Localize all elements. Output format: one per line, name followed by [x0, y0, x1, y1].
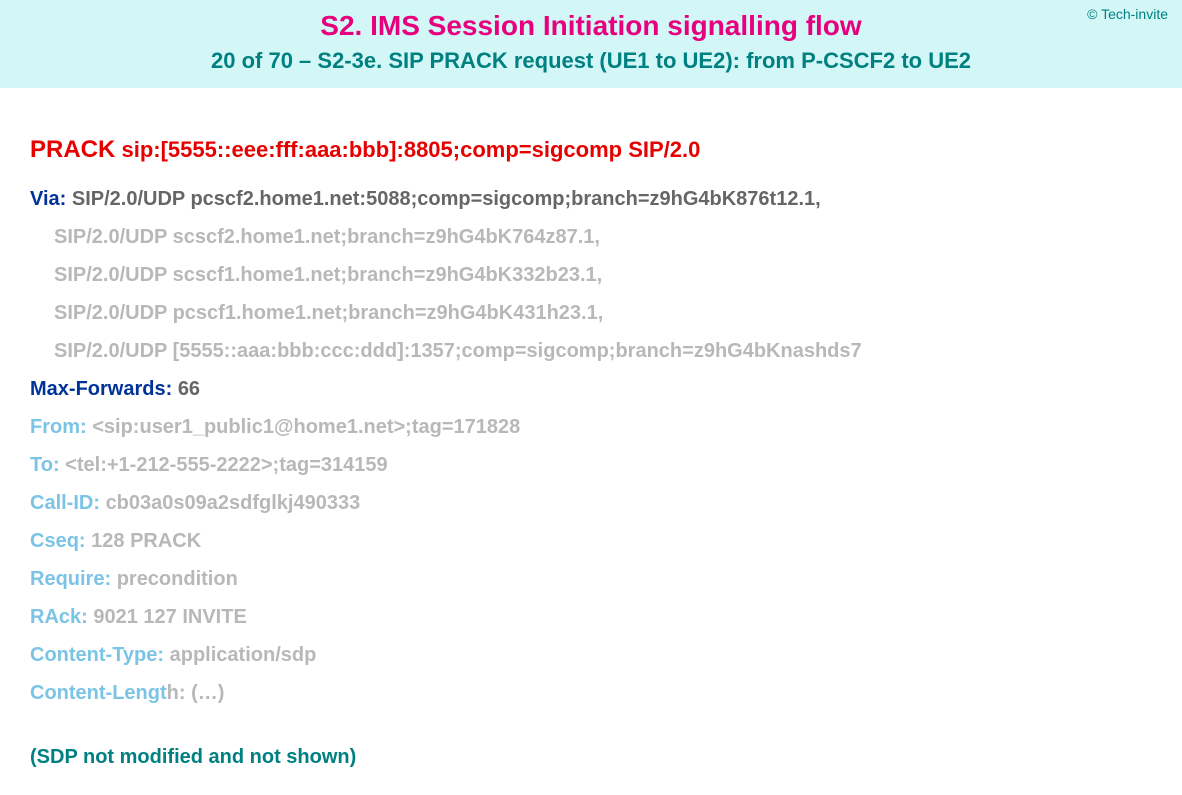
- header-to: To: <tel:+1-212-555-2222>;tag=314159: [30, 447, 1152, 483]
- header-call-id: Call-ID: cb03a0s09a2sdfglkj490333: [30, 485, 1152, 521]
- cseq-value: 128 PRACK: [91, 530, 201, 552]
- content-type-label: Content-Type:: [30, 644, 164, 666]
- header-content-length: Content-Length: (…): [30, 675, 1152, 711]
- header-banner: © Tech-invite S2. IMS Session Initiation…: [0, 0, 1182, 88]
- via-label: Via:: [30, 188, 66, 210]
- from-value: <sip:user1_public1@home1.net>;tag=171828: [92, 416, 520, 438]
- call-id-label: Call-ID:: [30, 492, 100, 514]
- from-label: From:: [30, 416, 87, 438]
- header-require: Require: precondition: [30, 561, 1152, 597]
- via-value-0: SIP/2.0/UDP pcscf2.home1.net:5088;comp=s…: [72, 188, 821, 210]
- to-value: <tel:+1-212-555-2222>;tag=314159: [65, 454, 387, 476]
- content-length-value: (…): [191, 682, 224, 704]
- via-value-4: SIP/2.0/UDP [5555::aaa:bbb:ccc:ddd]:1357…: [30, 333, 1152, 369]
- header-rack: RAck: 9021 127 INVITE: [30, 599, 1152, 635]
- content-type-value: application/sdp: [170, 644, 317, 666]
- require-value: precondition: [117, 568, 238, 590]
- copyright-label: © Tech-invite: [1087, 6, 1168, 22]
- header-max-forwards: Max-Forwards: 66: [30, 371, 1152, 407]
- sip-request-line: PRACK sip:[5555::eee:fff:aaa:bbb]:8805;c…: [30, 128, 1152, 171]
- require-label: Require:: [30, 568, 111, 590]
- max-forwards-value: 66: [178, 378, 200, 400]
- header-content-type: Content-Type: application/sdp: [30, 637, 1152, 673]
- header-via: Via: SIP/2.0/UDP pcscf2.home1.net:5088;c…: [30, 181, 1152, 217]
- cseq-label: Cseq:: [30, 530, 86, 552]
- sip-request-uri: sip:[5555::eee:fff:aaa:bbb]:8805;comp=si…: [121, 137, 700, 162]
- to-label: To:: [30, 454, 60, 476]
- via-value-1: SIP/2.0/UDP scscf2.home1.net;branch=z9hG…: [30, 219, 1152, 255]
- rack-label: RAck:: [30, 606, 88, 628]
- sip-message-content: PRACK sip:[5555::eee:fff:aaa:bbb]:8805;c…: [0, 88, 1182, 795]
- rack-value: 9021 127 INVITE: [93, 606, 246, 628]
- sip-method: PRACK: [30, 136, 115, 163]
- content-length-label-tail: h:: [167, 682, 186, 704]
- header-cseq: Cseq: 128 PRACK: [30, 523, 1152, 559]
- page-title: S2. IMS Session Initiation signalling fl…: [20, 10, 1162, 42]
- call-id-value: cb03a0s09a2sdfglkj490333: [106, 492, 361, 514]
- max-forwards-label: Max-Forwards:: [30, 378, 172, 400]
- header-from: From: <sip:user1_public1@home1.net>;tag=…: [30, 409, 1152, 445]
- via-value-3: SIP/2.0/UDP pcscf1.home1.net;branch=z9hG…: [30, 295, 1152, 331]
- via-value-2: SIP/2.0/UDP scscf1.home1.net;branch=z9hG…: [30, 257, 1152, 293]
- sdp-note: (SDP not modified and not shown): [30, 739, 1152, 775]
- page-subtitle: 20 of 70 – S2-3e. SIP PRACK request (UE1…: [20, 48, 1162, 74]
- content-length-label: Content-Lengt: [30, 682, 167, 704]
